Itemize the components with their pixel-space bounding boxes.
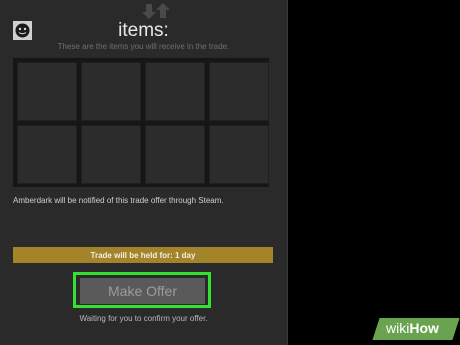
trade-hold-banner: Trade will be held for: 1 day — [13, 247, 273, 263]
trade-panel: items: These are the items you will rece… — [0, 0, 288, 345]
item-slot[interactable] — [145, 62, 205, 121]
item-slot[interactable] — [81, 125, 141, 184]
swap-arrows-icon — [138, 2, 170, 20]
watermark-logo: wikiHow — [386, 320, 439, 336]
item-slot[interactable] — [209, 125, 269, 184]
item-slot[interactable] — [17, 125, 77, 184]
watermark-part2: How — [409, 320, 439, 336]
waiting-status-text: Waiting for you to confirm your offer. — [79, 314, 208, 323]
item-slot[interactable] — [81, 62, 141, 121]
make-offer-label: Make Offer — [108, 283, 177, 299]
watermark-part1: wiki — [386, 320, 410, 336]
item-slot[interactable] — [17, 62, 77, 121]
item-slot[interactable] — [209, 62, 269, 121]
make-offer-button[interactable]: Make Offer — [80, 278, 205, 304]
trade-hold-text: Trade will be held for: 1 day — [90, 250, 196, 260]
items-subtitle: These are the items you will receive in … — [57, 42, 230, 51]
item-slot-grid — [13, 58, 269, 187]
items-heading: items: — [118, 20, 169, 41]
notification-text: Amberdark will be notified of this trade… — [13, 196, 224, 205]
item-slot[interactable] — [145, 125, 205, 184]
